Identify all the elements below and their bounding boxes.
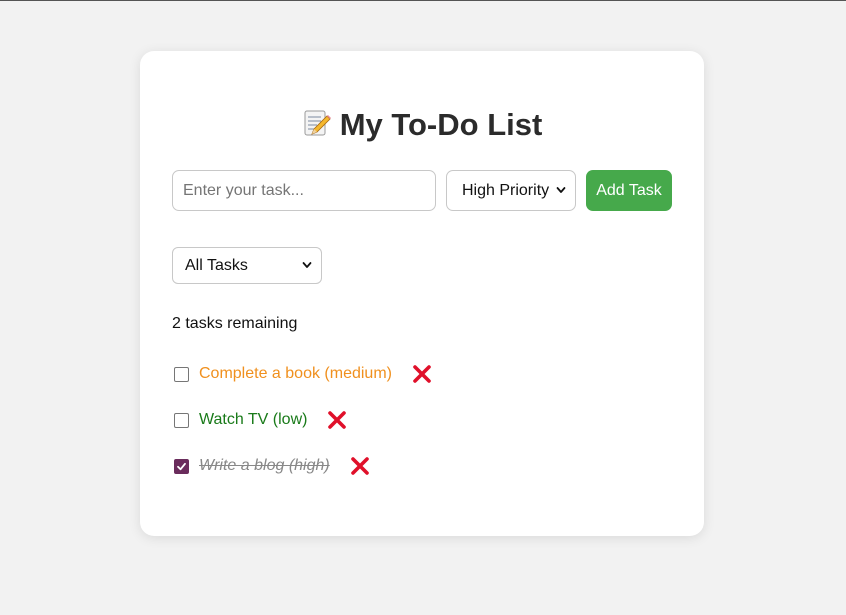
task-text: Write a blog (high) xyxy=(199,457,330,474)
add-task-button[interactable]: Add Task xyxy=(586,170,672,211)
task-text: Watch TV (low) xyxy=(199,411,308,428)
chevron-down-icon xyxy=(302,261,312,268)
task-checkbox[interactable] xyxy=(174,412,189,428)
task-input[interactable] xyxy=(172,170,436,211)
add-task-button-label: Add Task xyxy=(596,181,662,199)
todo-card: My To-Do List High Priority Add Task All… xyxy=(140,51,704,536)
tasks-remaining-text: 2 tasks remaining xyxy=(172,315,298,332)
task-item: Watch TV (low) xyxy=(174,408,347,432)
delete-x-icon[interactable] xyxy=(327,410,347,430)
memo-pencil-icon xyxy=(304,110,331,136)
filter-select-value: All Tasks xyxy=(185,256,248,274)
page-title: My To-Do List xyxy=(140,106,704,144)
filter-select[interactable]: All Tasks xyxy=(172,247,322,284)
checkmark-icon xyxy=(177,462,186,470)
title-text: My To-Do List xyxy=(339,107,543,142)
delete-x-icon[interactable] xyxy=(412,364,432,384)
task-checkbox[interactable] xyxy=(174,366,189,382)
window-top-border xyxy=(0,0,846,1)
priority-select-value: High Priority xyxy=(462,181,550,199)
task-text: Complete a book (medium) xyxy=(199,365,392,382)
task-item: Write a blog (high) xyxy=(174,454,370,478)
chevron-down-icon xyxy=(556,186,566,193)
task-item: Complete a book (medium) xyxy=(174,362,432,386)
task-checkbox[interactable] xyxy=(174,458,189,474)
delete-x-icon[interactable] xyxy=(350,456,370,476)
priority-select[interactable]: High Priority xyxy=(446,170,576,211)
